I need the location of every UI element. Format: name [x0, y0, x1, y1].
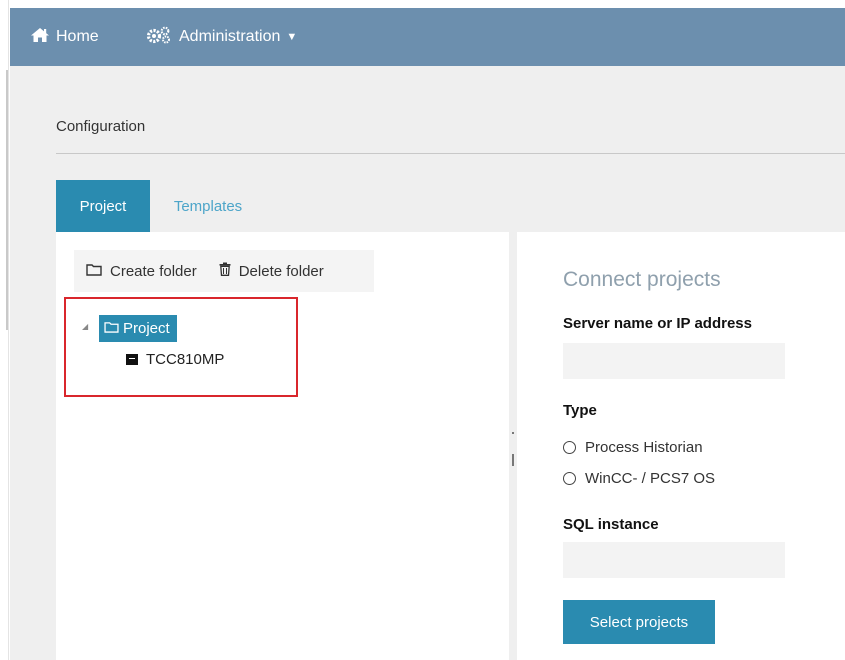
splitter-handle-dot	[512, 432, 514, 434]
create-folder-button[interactable]: Create folder	[86, 263, 197, 280]
select-projects-button[interactable]: Select projects	[563, 600, 715, 644]
nav-home-label: Home	[56, 28, 99, 45]
left-edge	[0, 0, 9, 660]
server-name-label: Server name or IP address	[563, 315, 752, 332]
page-title: Configuration	[56, 118, 146, 135]
tree-highlight-box	[64, 297, 298, 397]
panel-splitter[interactable]	[509, 232, 517, 660]
tree-node-project[interactable]: Project	[99, 315, 177, 342]
tree-expand-toggle[interactable]: ◢	[82, 322, 88, 331]
type-label: Type	[563, 402, 597, 419]
server-name-input[interactable]	[563, 343, 785, 379]
sql-instance-input[interactable]	[563, 542, 785, 578]
main-content: Configuration Project Templates Create f…	[10, 66, 845, 660]
project-tree-panel: Create folder Delete folder ◢ Project TC…	[56, 232, 509, 660]
radio-circle[interactable]	[563, 472, 576, 485]
trash-icon	[219, 262, 239, 280]
nav-home[interactable]: Home	[30, 8, 99, 66]
tab-project[interactable]: Project	[56, 180, 150, 232]
caret-down-icon: ▼	[286, 31, 298, 43]
project-box-icon	[126, 354, 138, 365]
splitter-handle-bar	[512, 454, 514, 466]
home-icon	[30, 27, 56, 48]
delete-folder-button[interactable]: Delete folder	[219, 262, 324, 280]
tree-toolbar: Create folder Delete folder	[74, 250, 374, 292]
tree-node-tcc810mp[interactable]: TCC810MP	[126, 351, 224, 368]
title-divider	[56, 153, 845, 154]
radio-wincc-pcs7-label: WinCC- / PCS7 OS	[585, 470, 716, 487]
folder-icon	[104, 320, 123, 337]
sql-instance-label: SQL instance	[563, 516, 659, 533]
connect-projects-heading: Connect projects	[563, 268, 721, 291]
folder-icon	[86, 263, 110, 280]
delete-folder-label: Delete folder	[238, 262, 324, 280]
radio-wincc-pcs7[interactable]: WinCC- / PCS7 OS	[563, 470, 715, 487]
nav-administration[interactable]: Administration ▼	[145, 8, 297, 66]
tree-node-tcc810mp-label: TCC810MP	[146, 351, 225, 368]
radio-process-historian[interactable]: Process Historian	[563, 439, 703, 456]
tree-node-project-label: Project	[123, 320, 170, 337]
cogs-icon	[145, 26, 179, 49]
tab-templates[interactable]: Templates	[158, 180, 258, 232]
radio-circle[interactable]	[563, 441, 576, 454]
left-edge-mark	[6, 70, 8, 330]
top-navbar: Home Administration ▼	[10, 8, 845, 66]
nav-administration-label: Administration	[179, 28, 281, 45]
connect-projects-panel: Connect projects Server name or IP addre…	[517, 232, 845, 660]
radio-process-historian-label: Process Historian	[585, 439, 703, 456]
create-folder-label: Create folder	[110, 262, 197, 280]
